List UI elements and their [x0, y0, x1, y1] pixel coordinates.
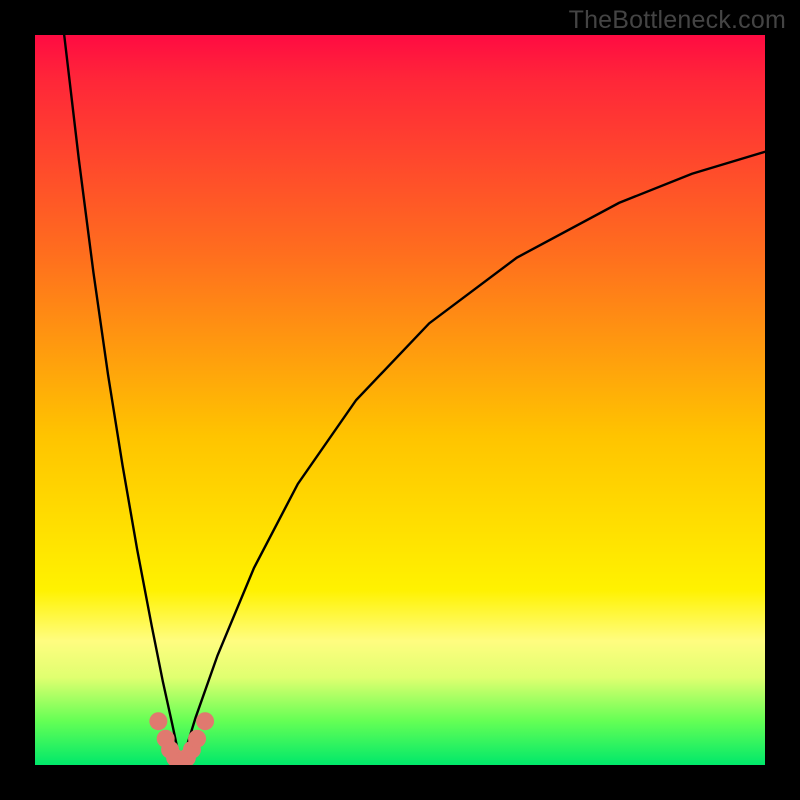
gradient-plot-area [35, 35, 765, 765]
bottom-markers [149, 712, 214, 765]
curve-left [64, 35, 181, 765]
watermark-text: TheBottleneck.com [569, 6, 786, 35]
marker-point [149, 712, 167, 730]
chart-frame: TheBottleneck.com [0, 0, 800, 800]
marker-point [188, 730, 206, 748]
chart-svg [35, 35, 765, 765]
marker-point [196, 712, 214, 730]
curve-right [181, 152, 765, 765]
